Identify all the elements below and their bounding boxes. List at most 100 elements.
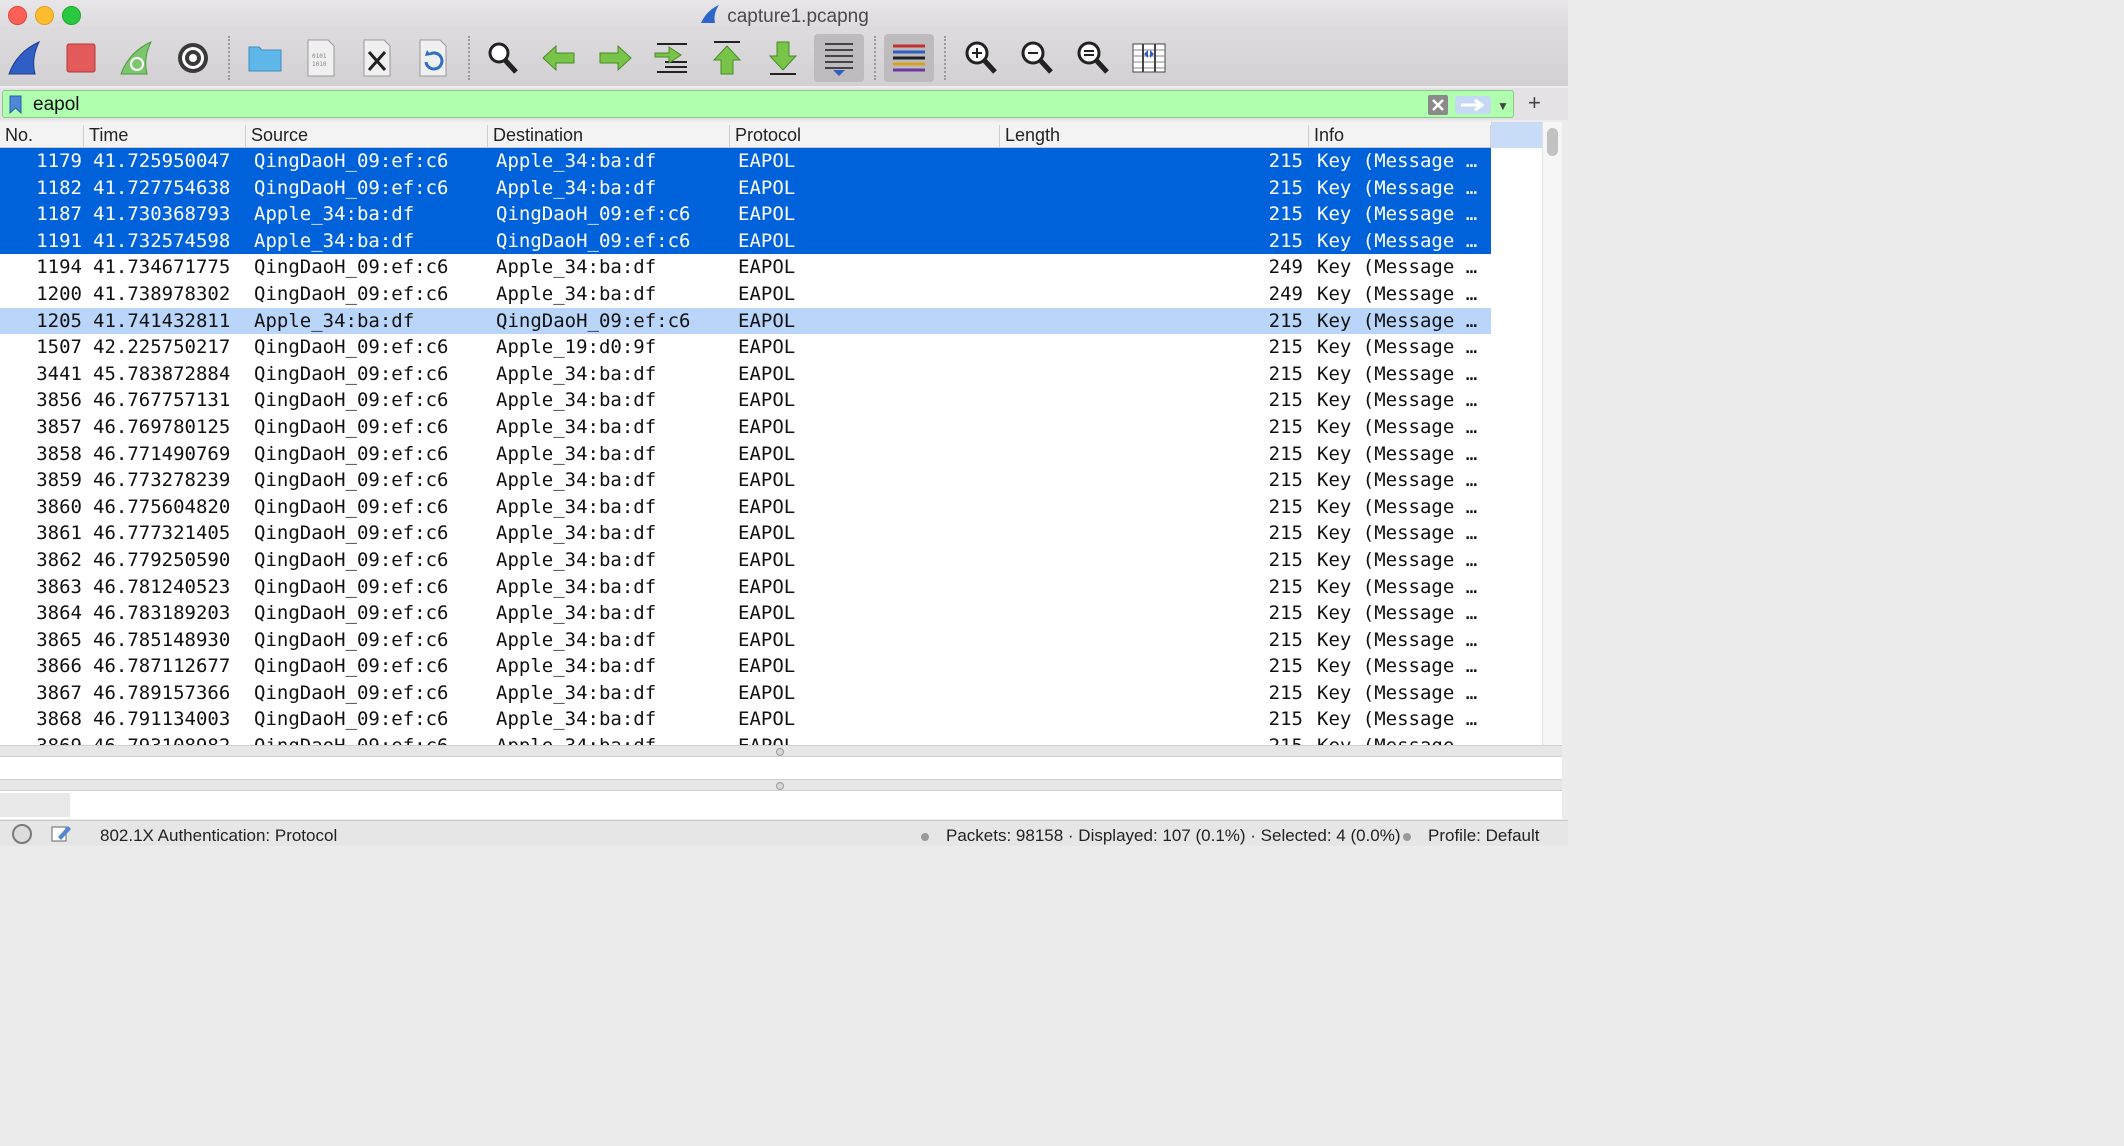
packet-cell-dst: Apple_34:ba:df: [496, 176, 657, 199]
reload-file-button[interactable]: [408, 34, 458, 82]
status-profile[interactable]: Profile: Default: [1428, 826, 1540, 846]
packet-cell-no: 3441: [36, 362, 82, 385]
arrow-right-icon: [599, 44, 632, 72]
packet-row[interactable]: 3866 46.787112677 QingDaoH_09:ef:c6 Apple_3…: [0, 653, 1491, 680]
packet-cell-src: QingDaoH_09:ef:c6: [254, 442, 449, 465]
filter-history-dropdown-icon[interactable]: ▼: [1497, 99, 1509, 113]
packet-cell-len: 215: [1268, 628, 1303, 651]
packet-list: No. Time Source Destination Protocol Len…: [0, 122, 1542, 745]
binary-file-icon: 01011010: [307, 39, 335, 77]
packet-row[interactable]: 3862 46.779250590 QingDaoH_09:ef:c6 Apple_3…: [0, 547, 1491, 574]
bookmark-icon[interactable]: [9, 95, 22, 114]
packet-cell-len: 249: [1268, 282, 1303, 305]
open-file-button[interactable]: [240, 34, 290, 82]
packet-cell-info: Key (Message …: [1317, 229, 1478, 252]
go-to-packet-button[interactable]: [646, 34, 696, 82]
column-header-source[interactable]: Source: [246, 125, 488, 147]
packet-cell-len: 215: [1268, 176, 1303, 199]
packet-row[interactable]: 3860 46.775604820 QingDaoH_09:ef:c6 Apple_3…: [0, 494, 1491, 521]
packet-row[interactable]: 3858 46.771490769 QingDaoH_09:ef:c6 Apple_3…: [0, 441, 1491, 468]
toolbar-separator: [944, 36, 946, 80]
packet-details-pane[interactable]: [0, 757, 1562, 781]
packet-row[interactable]: 1179 41.725950047 QingDaoH_09:ef:c6 Apple_3…: [0, 148, 1491, 175]
resize-columns-button[interactable]: [1124, 34, 1174, 82]
packet-cell-no: 1191: [36, 229, 82, 252]
packet-row[interactable]: 3861 46.777321405 QingDaoH_09:ef:c6 Apple_3…: [0, 520, 1491, 547]
column-header-time[interactable]: Time: [84, 125, 246, 147]
packet-cell-src: QingDaoH_09:ef:c6: [254, 389, 449, 412]
capture-comment-icon[interactable]: [50, 823, 72, 843]
packet-row[interactable]: 1182 41.727754638 QingDaoH_09:ef:c6 Apple_3…: [0, 174, 1491, 202]
colorize-button[interactable]: [884, 34, 934, 82]
column-header-no[interactable]: No.: [0, 125, 84, 147]
packet-row[interactable]: 3859 46.773278239 QingDaoH_09:ef:c6 Apple_3…: [0, 467, 1491, 494]
packet-cell-proto: EAPOL: [738, 495, 796, 518]
packet-cell-dst: Apple_34:ba:df: [496, 150, 657, 172]
packet-row[interactable]: 1187 41.730368793 Apple_34:ba:df QingDaoH_0…: [0, 201, 1491, 228]
apply-filter-arrow-icon[interactable]: [1455, 96, 1491, 114]
close-file-button[interactable]: [352, 34, 402, 82]
scrollbar-thumb[interactable]: [1547, 128, 1558, 156]
packet-row[interactable]: 3441 45.783872884 QingDaoH_09:ef:c6 Apple_3…: [0, 361, 1491, 388]
packet-cell-time: 46.775604820: [93, 495, 231, 518]
packet-row[interactable]: 1507 42.225750217 QingDaoH_09:ef:c6 Apple_1…: [0, 334, 1491, 361]
go-back-button[interactable]: [534, 34, 584, 82]
pane-splitter[interactable]: [0, 779, 1562, 791]
packet-row[interactable]: 1194 41.734671775 QingDaoH_09:ef:c6 Apple_3…: [0, 254, 1491, 281]
add-filter-button[interactable]: +: [1528, 90, 1541, 116]
start-capture-button[interactable]: [0, 34, 50, 82]
packet-cell-src: QingDaoH_09:ef:c6: [254, 602, 449, 625]
find-packet-button[interactable]: [478, 34, 528, 82]
save-file-button[interactable]: 0101 1010: [296, 34, 346, 82]
status-divider-dot: [921, 833, 929, 841]
svg-text:0101: 0101: [312, 53, 327, 60]
packet-cell-proto: EAPOL: [738, 442, 796, 465]
zoom-in-button[interactable]: [956, 34, 1006, 82]
packet-row[interactable]: 3867 46.789157366 QingDaoH_09:ef:c6 Apple_3…: [0, 680, 1491, 707]
packet-cell-proto: EAPOL: [738, 602, 796, 625]
packet-cell-src: QingDaoH_09:ef:c6: [254, 256, 449, 279]
expert-info-icon[interactable]: [12, 824, 32, 844]
packet-row[interactable]: 3863 46.781240523 QingDaoH_09:ef:c6 Apple_3…: [0, 574, 1491, 601]
packet-cell-dst: QingDaoH_09:ef:c6: [496, 203, 691, 226]
packet-row[interactable]: 3856 46.767757131 QingDaoH_09:ef:c6 Apple_3…: [0, 387, 1491, 414]
column-header-destination[interactable]: Destination: [488, 125, 730, 147]
packet-cell-len: 249: [1268, 256, 1303, 279]
packet-row[interactable]: 1205 41.741432811 Apple_34:ba:df QingDaoH_0…: [0, 307, 1491, 335]
packet-cell-info: Key (Message …: [1317, 602, 1478, 625]
packet-cell-no: 3867: [36, 681, 82, 704]
go-forward-button[interactable]: [590, 34, 640, 82]
autoscroll-icon: [825, 43, 853, 76]
capture-options-button[interactable]: [168, 34, 218, 82]
go-first-button[interactable]: [702, 34, 752, 82]
packet-row[interactable]: 3865 46.785148930 QingDaoH_09:ef:c6 Apple_3…: [0, 627, 1491, 654]
display-filter-input[interactable]: eapol ▼: [2, 90, 1514, 118]
pane-splitter[interactable]: [0, 745, 1562, 757]
packet-cell-proto: EAPOL: [738, 681, 796, 704]
column-header-length[interactable]: Length: [1000, 125, 1309, 147]
toolbar-separator: [468, 36, 470, 80]
packet-row[interactable]: 1191 41.732574598 Apple_34:ba:df QingDaoH_0…: [0, 227, 1491, 255]
packet-list-scrollbar[interactable]: [1542, 122, 1562, 745]
packet-row[interactable]: 3868 46.791134003 QingDaoH_09:ef:c6 Apple_3…: [0, 706, 1491, 733]
packet-row[interactable]: 1200 41.738978302 QingDaoH_09:ef:c6 Apple_3…: [0, 281, 1491, 308]
auto-scroll-button[interactable]: [814, 34, 864, 82]
header-filler: [1491, 122, 1542, 148]
packet-cell-info: Key (Message …: [1317, 628, 1478, 651]
bytes-tab[interactable]: [0, 793, 70, 817]
clear-filter-icon[interactable]: [1427, 94, 1449, 116]
display-filter-text[interactable]: eapol: [33, 94, 80, 116]
zoom-out-button[interactable]: [1012, 34, 1062, 82]
packet-row[interactable]: 3869 46.793108982 QingDaoH_09:ef:c6 Apple_3…: [0, 733, 1491, 745]
zoom-normal-button[interactable]: [1068, 34, 1118, 82]
stop-capture-button[interactable]: [56, 34, 106, 82]
column-header-protocol[interactable]: Protocol: [730, 125, 1000, 147]
packet-row[interactable]: 3864 46.783189203 QingDaoH_09:ef:c6 Apple_3…: [0, 600, 1491, 627]
packet-cell-info: Key (Message …: [1317, 389, 1478, 412]
packet-bytes-pane[interactable]: [0, 791, 1562, 819]
packet-cell-no: 3864: [36, 602, 82, 625]
go-last-button[interactable]: [758, 34, 808, 82]
restart-capture-button[interactable]: [112, 34, 162, 82]
column-header-info[interactable]: Info: [1309, 125, 1491, 147]
packet-row[interactable]: 3857 46.769780125 QingDaoH_09:ef:c6 Apple_3…: [0, 414, 1491, 441]
